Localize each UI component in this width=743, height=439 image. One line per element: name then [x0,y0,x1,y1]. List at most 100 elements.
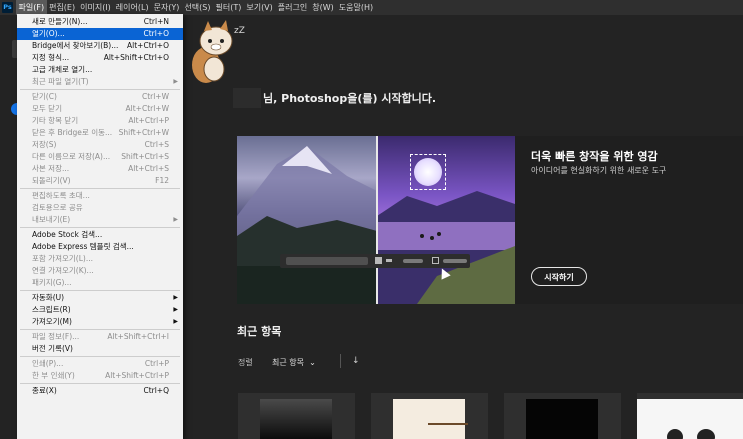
menu-item-label: Adobe Express 템플릿 검색... [32,242,134,251]
menu-item-label: 연결 가져오기(K)... [32,266,94,275]
home-sidebar [0,15,23,439]
menu-item[interactable]: 다른 이름으로 저장(A)... Shift+Ctrl+S [17,151,183,163]
menu-item-label: 고급 개체로 열기... [32,65,93,74]
menu-item[interactable]: 검토용으로 공유 [17,202,183,214]
menubar-item[interactable]: 편집(E) [47,0,78,15]
menu-item[interactable]: Adobe Express 템플릿 검색... [17,241,183,253]
menu-item-label: 기타 항목 닫기 [32,116,79,125]
hero-image [237,136,515,304]
menu-item-label: 스크립트(R) [32,305,71,314]
user-name-redacted [233,88,261,108]
menu-separator [20,188,180,189]
file-menu-dropdown: 새로 만들기(N)... Ctrl+N 열기(O)... Ctrl+O Bridge에서… [17,14,183,439]
selection-marquee [410,154,446,190]
menu-item[interactable]: 한 부 인쇄(Y) Alt+Shift+Ctrl+P [17,370,183,382]
menu-item[interactable]: 지정 형식... Alt+Shift+Ctrl+O [17,52,183,64]
recent-file-thumbnail[interactable] [637,393,743,439]
menu-item[interactable]: 가져오기(M) ▶ [17,316,183,328]
menubar-item[interactable]: 플러그인 [275,0,309,15]
expand-icon [432,257,439,264]
menu-item[interactable]: 파일 정보(F)... Alt+Shift+Ctrl+I [17,331,183,343]
menu-item-shortcut: Ctrl+W [141,92,169,101]
menu-item[interactable]: 인쇄(P)... Ctrl+P [17,358,183,370]
menubar-item[interactable]: 파일(F) [16,0,47,15]
divider [340,354,341,368]
menu-item[interactable]: 닫기(C) Ctrl+W [17,91,183,103]
menu-item-shortcut: Alt+Ctrl+W [125,104,169,113]
menu-item[interactable]: 내보내기(E) ▶ [17,214,183,226]
menu-item-shortcut: Alt+Ctrl+O [127,41,169,50]
menu-separator [20,356,180,357]
menu-item-label: 모두 닫기 [32,104,62,113]
menu-item[interactable]: 버전 기록(V) [17,343,183,355]
submenu-arrow-icon: ▶ [173,216,178,223]
recent-file-thumbnail[interactable] [238,393,355,439]
menu-item[interactable]: 닫은 후 Bridge로 이동... Shift+Ctrl+W [17,127,183,139]
menu-item-label: 되돌리기(V) [32,176,71,185]
get-started-button[interactable]: 시작하기 [531,267,587,286]
before-after-divider[interactable] [376,136,378,304]
menu-separator [20,227,180,228]
menu-item[interactable]: 포함 가져오기(L)... [17,253,183,265]
menu-item-label: 파일 정보(F)... [32,332,80,341]
menu-separator [20,290,180,291]
chevron-down-icon: ⌄ [306,358,316,367]
menubar-item[interactable]: 레이어(L) [113,0,151,15]
menu-item-label: 새로 만들기(N)... [32,17,88,26]
squirrel-mascot: zZ [192,20,245,83]
menu-item-shortcut: Alt+Shift+Ctrl+I [107,332,169,341]
menu-item[interactable]: 저장(S) Ctrl+S [17,139,183,151]
menu-item-label: 가져오기(M) [32,317,72,326]
menu-item-label: 편집하도록 초대... [32,191,90,200]
hero-title: 더욱 빠른 창작을 위한 영감 [531,150,658,163]
menu-item[interactable]: 종료(X) Ctrl+Q [17,385,183,397]
menu-item-label: 한 부 인쇄(Y) [32,371,75,380]
menu-item-shortcut: Alt+Ctrl+S [128,164,169,173]
menu-item-shortcut: F12 [155,176,169,185]
submenu-arrow-icon: ▶ [173,78,178,85]
menu-item[interactable]: 스크립트(R) ▶ [17,304,183,316]
menu-item[interactable]: 자동화(U) ▶ [17,292,183,304]
menu-item-shortcut: Ctrl+P [144,359,169,368]
menu-item-label: 검토용으로 공유 [32,203,83,212]
menubar-item[interactable]: 도움말(H) [336,0,375,15]
menu-item[interactable]: Adobe Stock 검색... [17,229,183,241]
menu-item-shortcut: Shift+Ctrl+W [118,128,169,137]
menu-item[interactable]: 사본 저장... Alt+Ctrl+S [17,163,183,175]
sort-direction-button[interactable]: ↓ [352,356,360,366]
menu-item[interactable]: 되돌리기(V) F12 [17,175,183,187]
menu-item[interactable]: 연결 가져오기(K)... [17,265,183,277]
menu-item[interactable]: 모두 닫기 Alt+Ctrl+W [17,103,183,115]
menu-item[interactable]: 최근 파일 열기(T) ▶ [17,76,183,88]
menu-separator [20,329,180,330]
menubar-item[interactable]: 필터(T) [213,0,244,15]
menubar-item[interactable]: 창(W) [310,0,337,15]
menu-item-label: 지정 형식... [32,53,70,62]
menu-item[interactable]: 패키지(G)... [17,277,183,289]
menubar-item[interactable]: 문자(Y) [151,0,182,15]
contextual-taskbar [280,254,470,268]
menu-item-label: 인쇄(P)... [32,359,64,368]
menu-item-label: 포함 가져오기(L)... [32,254,93,263]
menubar-item[interactable]: 보기(V) [244,0,275,15]
menu-item[interactable]: 열기(O)... Ctrl+O [17,28,183,40]
submenu-arrow-icon: ▶ [173,318,178,325]
submenu-arrow-icon: ▶ [173,306,178,313]
menu-item-shortcut: Alt+Shift+Ctrl+O [103,53,169,62]
hero-subtitle: 아이디어를 현실화하기 위한 새로운 도구 [531,166,667,175]
menubar-item[interactable]: 선택(S) [182,0,213,15]
recent-file-thumbnail[interactable] [504,393,621,439]
menu-item-label: 종료(X) [32,386,57,395]
menu-item[interactable]: 고급 개체로 열기... [17,64,183,76]
image-icon [375,257,382,264]
menu-item[interactable]: Bridge에서 찾아보기(B)... Alt+Ctrl+O [17,40,183,52]
menu-separator [20,89,180,90]
menubar-item[interactable]: 이미지(I) [78,0,114,15]
menu-item[interactable]: 기타 항목 닫기 Alt+Ctrl+P [17,115,183,127]
recent-file-thumbnail[interactable] [371,393,488,439]
menu-item[interactable]: 편집하도록 초대... [17,190,183,202]
photoshop-logo-icon: Ps [2,2,13,13]
menu-item[interactable]: 새로 만들기(N)... Ctrl+N [17,16,183,28]
sort-dropdown[interactable]: 최근 항목 ⌄ [272,357,316,368]
menu-item-label: 열기(O)... [32,29,65,38]
